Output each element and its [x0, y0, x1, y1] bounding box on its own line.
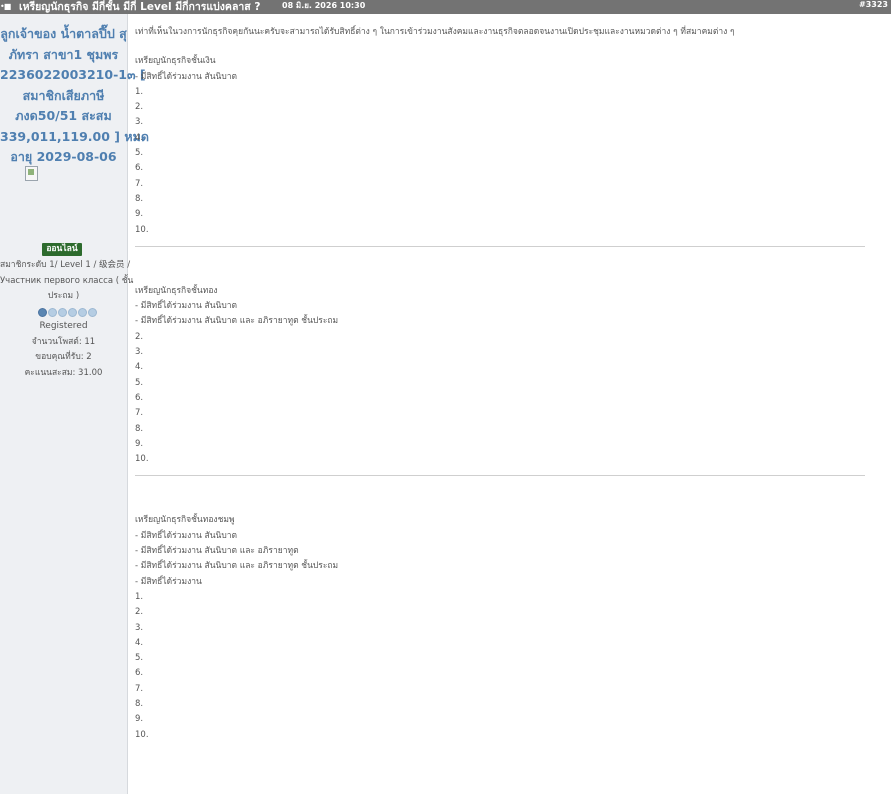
numbered-list-item: 9.: [135, 438, 144, 449]
privilege-line: - มีสิทธิ์ได้ร่วมงาน สันนิบาต และ อภิราย…: [135, 561, 339, 572]
numbered-list-item: 2.: [135, 607, 144, 618]
accumulated-points: คะแนนสะสม: 31.00: [24, 368, 103, 378]
numbered-list-item: 1.: [135, 591, 144, 602]
numbered-list-item: 4.: [135, 132, 144, 143]
privilege-line: - มีสิทธิ์ได้ร่วมงาน สันนิบาต และ อภิราย…: [135, 546, 299, 557]
post-count: จำนวนโพสต์: 11: [31, 337, 96, 347]
numbered-list-item: 8.: [135, 423, 144, 434]
username-line: ภงด50/51 สะสม: [15, 108, 112, 123]
numbered-list-item: 5.: [135, 148, 144, 159]
numbered-list-item: 3.: [135, 347, 144, 358]
rank-line: ประถม ): [47, 291, 80, 301]
registration-status: Registered: [39, 321, 88, 331]
username-line: ลูกเจ้าของ น้ำตาลปี๊ป สุ: [0, 26, 127, 41]
numbered-list-item: 10.: [135, 454, 149, 465]
thanks-received: ขอบคุณที่รับ: 2: [35, 352, 92, 362]
numbered-list-item: 3.: [135, 117, 144, 128]
post-header-icon: •■: [0, 2, 11, 11]
privilege-line: - มีสิทธิ์ได้ร่วมงาน สันนิบาต: [135, 530, 238, 541]
section-gold-title: เหรียญนักธุรกิจชั้นทอง: [135, 285, 218, 296]
privilege-line: - มีสิทธิ์ได้ร่วมงาน สันนิบาต: [135, 71, 238, 82]
post-title[interactable]: เหรียญนักธุรกิจ มีกี่ชั้น มีกี่ Level มี…: [19, 0, 260, 14]
rank-dot-icon: [88, 308, 97, 317]
username-line: 2236022003210-1๓ [: [0, 67, 146, 82]
post-header-bar: •■ เหรียญนักธุรกิจ มีกี่ชั้น มีกี่ Level…: [0, 0, 891, 14]
numbered-list-item: 4.: [135, 637, 144, 648]
numbered-list-item: 8.: [135, 698, 144, 709]
section-pink-gold-title: เหรียญนักธุรกิจชั้นทองชมพู: [135, 515, 235, 526]
privilege-line: - มีสิทธิ์ได้ร่วมงาน สันนิบาต: [135, 301, 238, 312]
username-line: อายุ 2029-08-06: [10, 149, 117, 164]
username-link[interactable]: ลูกเจ้าของ น้ำตาลปี๊ป สุ ภัทรา สาขา1 ชุม…: [0, 24, 149, 168]
rank-dot-icon: [68, 308, 77, 317]
numbered-list-item: 2.: [135, 331, 144, 342]
user-profile-panel: ลูกเจ้าของ น้ำตาลปี๊ป สุ ภัทรา สาขา1 ชุม…: [0, 14, 149, 794]
post-date: 08 มิ.ย. 2026 10:30: [282, 1, 366, 10]
rank-line: Участник первого класса ( ชั้น: [0, 275, 134, 286]
numbered-list-item: 7.: [135, 178, 144, 189]
post-body: เท่าที่เห็นในวงการนักธุรกิจคุยกันนะครับจ…: [135, 14, 875, 743]
numbered-list-item: 8.: [135, 193, 144, 204]
avatar-broken-image-icon[interactable]: [25, 166, 38, 181]
rank-dot-icon: [38, 308, 47, 317]
numbered-list-item: 9.: [135, 209, 144, 220]
privilege-line: - มีสิทธิ์ได้ร่วมงาน สันนิบาต และ อภิราย…: [135, 316, 339, 327]
post-number-link[interactable]: #3323: [859, 0, 888, 10]
numbered-list-item: 3.: [135, 622, 144, 633]
numbered-list-item: 1.: [135, 86, 144, 97]
rank-dot-icon: [58, 308, 67, 317]
rank-dot-icon: [78, 308, 87, 317]
rank-dot-icon: [48, 308, 57, 317]
numbered-list-item: 6.: [135, 392, 144, 403]
post-intro-text: เท่าที่เห็นในวงการนักธุรกิจคุยกันนะครับจ…: [135, 27, 735, 37]
numbered-list-item: 10.: [135, 729, 149, 740]
rank-level-dots: [38, 308, 97, 317]
username-line: สมาชิกเสียภาษี: [22, 87, 105, 103]
numbered-list-item: 2.: [135, 102, 144, 113]
member-rank-text: สมาชิกระดับ 1/ Level 1 / 级会员 / Участник …: [0, 258, 134, 305]
numbered-list-item: 7.: [135, 408, 144, 419]
privilege-line: - มีสิทธิ์ได้ร่วมงาน: [135, 576, 202, 587]
numbered-list-item: 5.: [135, 377, 144, 388]
numbered-list-item: 4.: [135, 362, 144, 373]
numbered-list-item: 7.: [135, 683, 144, 694]
numbered-list-item: 9.: [135, 714, 144, 725]
section-silver-title: เหรียญนักธุรกิจชั้นเงิน: [135, 56, 216, 67]
numbered-list-item: 5.: [135, 653, 144, 664]
online-status-badge: ออนไลน์: [42, 243, 82, 256]
rank-line: สมาชิกระดับ 1/ Level 1 / 级会员 /: [0, 260, 131, 270]
numbered-list-item: 10.: [135, 224, 149, 235]
numbered-list-item: 6.: [135, 668, 144, 679]
username-line: ภัทรา สาขา1 ชุมพร: [8, 46, 119, 62]
username-line: 339,011,119.00 ] หมด: [0, 128, 149, 144]
numbered-list-item: 6.: [135, 163, 144, 174]
